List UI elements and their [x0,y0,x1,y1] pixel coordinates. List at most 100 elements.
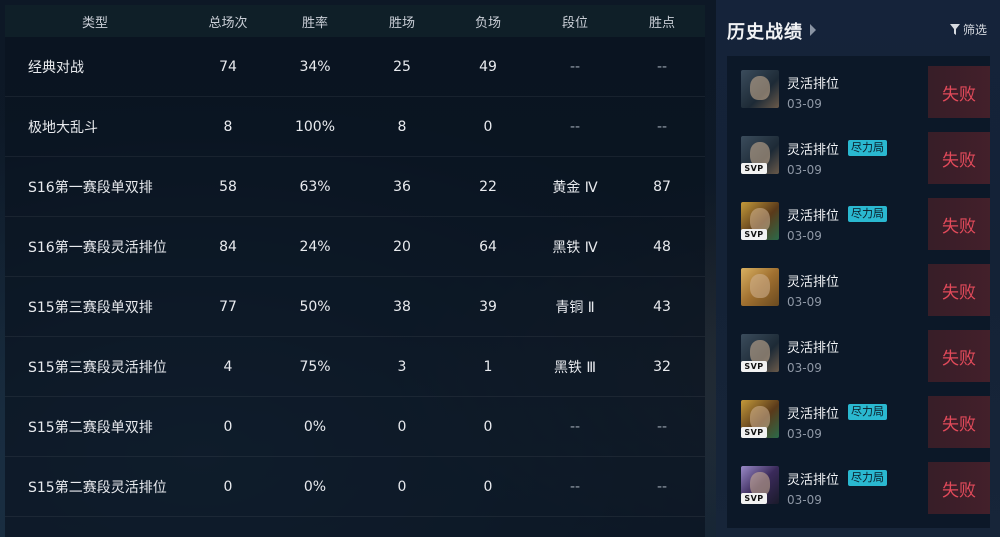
svp-badge: SVP [741,163,767,174]
cell-total-games: 58 [219,178,237,195]
effort-tag: 尽力局 [848,470,887,486]
cell-losses: 0 [483,418,493,435]
cell-rank: -- [569,478,581,495]
header-losses[interactable]: 负场 [445,12,531,31]
match-history-panel: 历史战绩 筛选 灵活排位 03-09 失败 SVP 灵活排位 尽力局 03-09 失败 SVP 灵… [716,0,1000,537]
header-lp[interactable]: 胜点 [619,12,705,31]
game-mode: 灵活排位 [787,407,840,422]
table-row[interactable]: S16第一赛段单双排 58 63% 36 22 黄金 Ⅳ 87 [5,157,705,217]
funnel-icon [949,24,960,35]
cell-lp: 87 [653,178,671,195]
cell-rank: 黑铁 Ⅳ [552,239,598,256]
cell-rank: 青铜 Ⅱ [555,299,595,316]
game-mode: 灵活排位 [787,143,840,158]
cell-total-games: 0 [223,478,233,495]
header-rank[interactable]: 段位 [531,12,619,31]
effort-tag: 尽力局 [848,206,887,222]
cell-wins: 8 [397,118,407,135]
header-wins[interactable]: 胜场 [359,12,445,31]
cell-losses: 49 [479,58,497,75]
champion-avatar[interactable] [741,268,779,306]
game-mode: 灵活排位 [787,473,840,488]
cell-wins: 3 [397,358,407,375]
match-card[interactable]: SVP 灵活排位 尽力局 03-09 失败 [727,127,990,193]
cell-wins: 0 [397,418,407,435]
match-card[interactable]: SVP 灵活排位 尽力局 03-09 失败 [727,391,990,457]
cell-type: S15第三赛段灵活排位 [28,359,167,376]
table-row[interactable]: S15第三赛段单双排 77 50% 38 39 青铜 Ⅱ 43 [5,277,705,337]
table-row[interactable]: S15第二赛段灵活排位 0 0% 0 0 -- -- [5,457,705,517]
match-date: 03-09 [787,493,822,507]
cell-lp: 43 [653,298,671,315]
match-date: 03-09 [787,97,822,111]
cell-total-games: 84 [219,238,237,255]
champion-portrait [750,76,770,100]
cell-rank: 黑铁 Ⅲ [553,359,597,376]
svp-badge: SVP [741,493,767,504]
table-row[interactable]: S15第三赛段灵活排位 4 75% 3 1 黑铁 Ⅲ 32 [5,337,705,397]
cell-type: 极地大乱斗 [28,119,98,136]
match-result: 失败 [928,396,990,448]
match-card[interactable]: 灵活排位 03-09 失败 [727,61,990,127]
table-header: 类型 总场次 胜率 胜场 负场 段位 胜点 [5,5,705,37]
cell-win-rate: 0% [303,478,327,495]
filter-button[interactable]: 筛选 [949,21,987,38]
match-date: 03-09 [787,295,822,309]
cell-win-rate: 75% [299,358,331,375]
cell-lp: 48 [653,238,671,255]
history-header: 历史战绩 筛选 [727,18,989,44]
cell-rank: 黄金 Ⅳ [552,179,598,196]
cell-total-games: 8 [223,118,233,135]
cell-type: S15第三赛段单双排 [28,299,153,316]
match-list: 灵活排位 03-09 失败 SVP 灵活排位 尽力局 03-09 失败 SVP 灵活排位 尽力局 03… [727,56,990,528]
game-mode: 灵活排位 [787,275,840,290]
cell-wins: 38 [393,298,411,315]
cell-losses: 1 [483,358,493,375]
cell-type: S15第二赛段灵活排位 [28,479,167,496]
header-total-games[interactable]: 总场次 [185,12,271,31]
cell-type: S15第二赛段单双排 [28,419,153,436]
svp-badge: SVP [741,361,767,372]
match-card[interactable]: SVP 灵活排位 尽力局 03-09 失败 [727,457,990,523]
svp-badge: SVP [741,427,767,438]
match-result: 失败 [928,198,990,250]
cell-total-games: 77 [219,298,237,315]
table-row[interactable]: 极地大乱斗 8 100% 8 0 -- -- [5,97,705,157]
match-card[interactable]: SVP 灵活排位 尽力局 03-09 失败 [727,193,990,259]
header-win-rate[interactable]: 胜率 [271,12,359,31]
table-row[interactable]: S15第二赛段单双排 0 0% 0 0 -- -- [5,397,705,457]
effort-tag: 尽力局 [848,140,887,156]
match-date: 03-09 [787,427,822,441]
table-row[interactable]: S16第一赛段灵活排位 84 24% 20 64 黑铁 Ⅳ 48 [5,217,705,277]
cell-wins: 20 [393,238,411,255]
cell-rank: -- [569,418,581,435]
cell-losses: 64 [479,238,497,255]
season-stats-table: 类型 总场次 胜率 胜场 负场 段位 胜点 经典对战 74 34% 25 49 -- -- 极… [5,5,705,537]
match-card[interactable]: 灵活排位 03-09 失败 [727,259,990,325]
champion-avatar[interactable] [741,70,779,108]
cell-lp: -- [656,58,668,75]
cell-win-rate: 24% [299,238,331,255]
game-mode: 灵活排位 [787,209,840,224]
match-result: 失败 [928,132,990,184]
effort-tag: 尽力局 [848,404,887,420]
game-mode: 灵活排位 [787,341,840,356]
cell-wins: 0 [397,478,407,495]
cell-type: 经典对战 [28,59,84,76]
cell-lp: -- [656,478,668,495]
cell-win-rate: 63% [299,178,331,195]
match-date: 03-09 [787,229,822,243]
cell-type: S16第一赛段单双排 [28,179,153,196]
svp-badge: SVP [741,229,767,240]
match-card[interactable]: SVP 灵活排位 03-09 失败 [727,325,990,391]
table-body: 经典对战 74 34% 25 49 -- -- 极地大乱斗 8 100% 8 0 -- -- S16第一赛段… [5,37,705,517]
history-title[interactable]: 历史战绩 [727,18,803,44]
match-result: 失败 [928,264,990,316]
chevron-right-icon[interactable] [810,24,816,36]
match-result: 失败 [928,66,990,118]
header-type[interactable]: 类型 [5,12,185,31]
table-row[interactable]: 经典对战 74 34% 25 49 -- -- [5,37,705,97]
cell-total-games: 4 [223,358,233,375]
cell-wins: 36 [393,178,411,195]
cell-total-games: 74 [219,58,237,75]
